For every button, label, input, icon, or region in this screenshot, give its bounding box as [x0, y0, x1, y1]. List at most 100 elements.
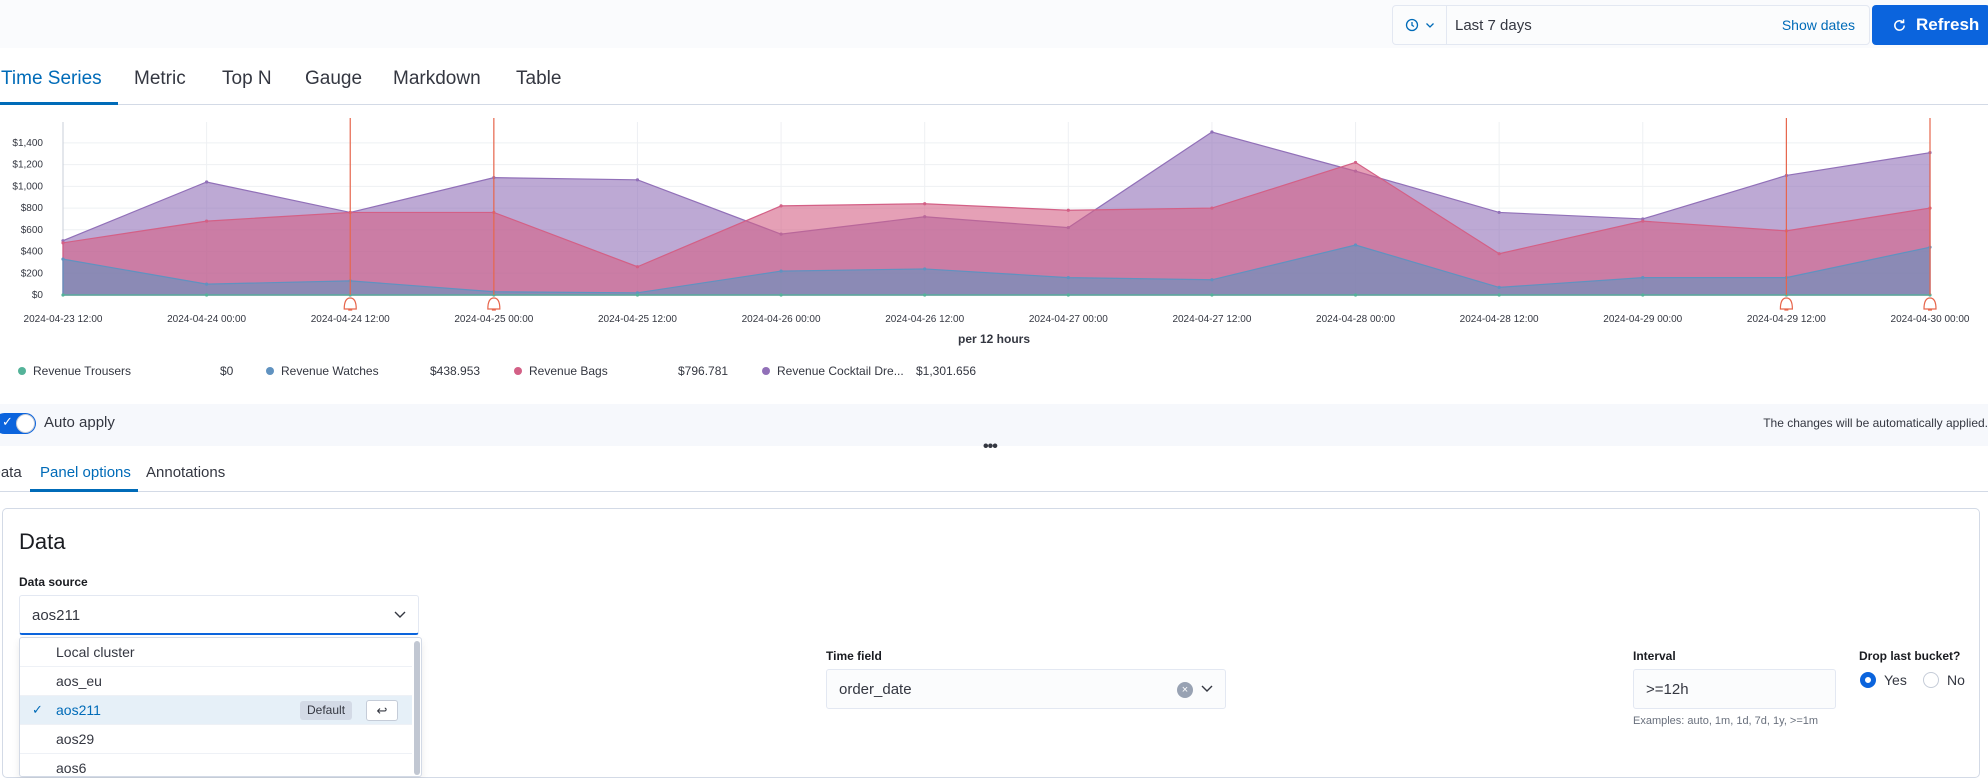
auto-apply-label: Auto apply — [44, 414, 115, 431]
auto-apply-toggle[interactable]: ✓ — [0, 413, 36, 434]
data-point — [1066, 208, 1070, 212]
data-point — [1210, 278, 1214, 282]
option-label: aos6 — [56, 760, 87, 776]
data-point — [923, 267, 927, 271]
tab-metric[interactable]: Metric — [134, 68, 186, 90]
data-point — [1641, 276, 1645, 280]
y-tick-label: $800 — [21, 203, 44, 214]
data-source-select[interactable]: aos211 — [19, 595, 419, 635]
x-tick-label: 2024-04-25 00:00 — [454, 314, 533, 325]
x-tick-label: 2024-04-30 00:00 — [1891, 314, 1970, 325]
tab-panel-options[interactable]: Panel options — [40, 464, 131, 481]
annotation-bell-icon — [343, 297, 357, 311]
option-aos-eu[interactable]: aos_eu — [20, 667, 412, 696]
show-dates-link[interactable]: Show dates — [1782, 17, 1869, 33]
x-tick-label: 2024-04-28 00:00 — [1316, 314, 1395, 325]
interval-label: Interval — [1633, 649, 1676, 663]
tab-top-n[interactable]: Top N — [222, 68, 272, 90]
time-range-text[interactable]: Last 7 days — [1447, 17, 1782, 34]
option-aos29[interactable]: aos29 — [20, 725, 412, 754]
legend-item-trousers[interactable]: Revenue Trousers — [18, 364, 131, 378]
chart-legend: Revenue Trousers $0 Revenue Watches $438… — [18, 364, 1018, 380]
return-key-icon: ↩ — [366, 700, 398, 721]
tab-table[interactable]: Table — [516, 68, 561, 90]
data-point — [1066, 293, 1070, 297]
clear-icon[interactable]: × — [1177, 682, 1193, 698]
check-icon: ✓ — [32, 702, 43, 717]
time-field-label: Time field — [826, 649, 882, 663]
data-point — [1353, 293, 1358, 297]
data-source-dropdown: Local cluster aos_eu ✓ aos211 Default ↩ … — [19, 637, 422, 777]
chevron-down-icon — [1425, 23, 1434, 28]
radio-no[interactable] — [1923, 672, 1939, 688]
interval-input[interactable]: >=12h — [1633, 669, 1836, 709]
annotation-bell-icon — [1779, 297, 1793, 311]
tab-markdown[interactable]: Markdown — [393, 68, 481, 90]
data-point — [205, 293, 209, 297]
time-field-select[interactable]: order_date × — [826, 669, 1226, 709]
legend-item-bags[interactable]: Revenue Bags — [514, 364, 608, 378]
x-tick-label: 2024-04-26 00:00 — [742, 314, 821, 325]
legend-dot — [762, 367, 770, 375]
data-point — [779, 269, 783, 273]
option-local-cluster[interactable]: Local cluster — [20, 638, 412, 667]
option-label: Local cluster — [56, 644, 135, 660]
time-picker[interactable]: Last 7 days Show dates — [1392, 5, 1870, 45]
legend-value: $796.781 — [678, 364, 729, 378]
tab-gauge[interactable]: Gauge — [305, 68, 362, 90]
data-point — [923, 293, 927, 297]
time-field-value: order_date — [839, 681, 912, 698]
dropdown-scrollbar[interactable] — [414, 641, 420, 775]
data-point — [61, 241, 65, 245]
legend-item-cocktail[interactable]: Revenue Cocktail Dre... — [762, 364, 904, 378]
data-point — [779, 204, 783, 208]
data-point — [1353, 160, 1358, 165]
x-tick-label: 2024-04-27 12:00 — [1172, 314, 1251, 325]
quick-menu-button[interactable] — [1393, 6, 1447, 44]
legend-label: Revenue Watches — [281, 364, 379, 378]
legend-dot — [514, 367, 522, 375]
option-aos211[interactable]: ✓ aos211 Default ↩ — [20, 696, 412, 725]
legend-value: $0 — [220, 364, 234, 378]
y-tick-label: $1,200 — [12, 160, 43, 171]
radio-yes-label: Yes — [1884, 672, 1907, 688]
data-point — [205, 219, 209, 223]
data-point — [1353, 243, 1358, 247]
option-label: aos29 — [56, 731, 95, 747]
data-point — [1497, 285, 1501, 289]
radio-yes[interactable] — [1860, 672, 1876, 688]
y-tick-label: $400 — [21, 247, 44, 258]
interval-help: Examples: auto, 1m, 1d, 7d, 1y, >=1m — [1633, 715, 1819, 727]
data-point — [1497, 293, 1501, 297]
check-icon: ✓ — [2, 414, 13, 429]
panel-title: Data — [19, 529, 66, 554]
legend-dot — [266, 367, 274, 375]
x-tick-label: 2024-04-27 00:00 — [1029, 314, 1108, 325]
legend-label: Revenue Trousers — [33, 364, 132, 378]
data-point — [1641, 219, 1645, 223]
data-point — [635, 293, 640, 297]
x-tick-label: 2024-04-24 12:00 — [311, 314, 390, 325]
resize-handle-icon[interactable]: ••• — [983, 438, 998, 456]
tab-annotations[interactable]: Annotations — [146, 464, 225, 481]
time-series-chart: $0 $200 $400 $600 $800 $1,000 $1,200 $1,400 2024… — [0, 118, 1988, 348]
x-tick-label: 2024-04-24 00:00 — [167, 314, 246, 325]
legend-item-watches[interactable]: Revenue Watches — [266, 364, 379, 378]
editor-tabs: Data Panel options Annotations — [0, 458, 1988, 492]
drop-last-bucket-label: Drop last bucket? — [1859, 649, 1961, 663]
tab-data[interactable]: Data — [0, 464, 22, 481]
legend-dot — [18, 367, 26, 375]
data-point — [205, 282, 209, 286]
refresh-button[interactable]: Refresh — [1872, 5, 1988, 45]
data-source-label: Data source — [19, 575, 88, 589]
data-point — [205, 180, 209, 184]
tab-time-series[interactable]: Time Series — [1, 68, 102, 90]
radio-no-label: No — [1947, 672, 1965, 688]
data-point — [1066, 276, 1070, 280]
active-tab-indicator — [30, 489, 138, 492]
data-point — [1210, 130, 1214, 134]
x-tick-label: 2024-04-28 12:00 — [1460, 314, 1539, 325]
data-point — [1497, 210, 1501, 215]
data-point — [635, 265, 640, 269]
clock-icon — [1405, 18, 1418, 32]
